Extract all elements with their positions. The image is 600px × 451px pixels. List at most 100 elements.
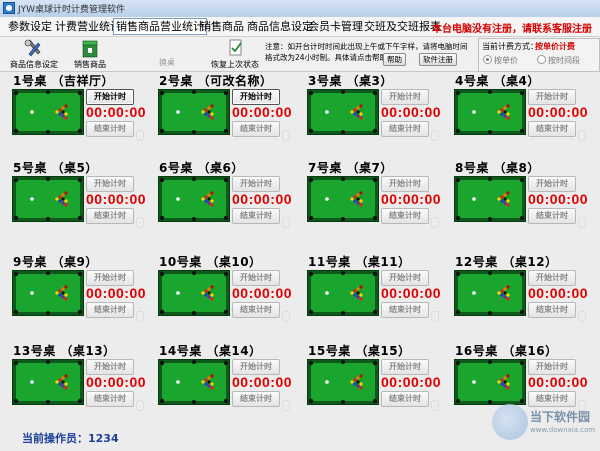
help-button[interactable]: 帮助 — [383, 53, 406, 66]
end-timer-button[interactable]: 结束计时 — [381, 302, 429, 318]
start-timer-button[interactable]: 开始计时 — [381, 176, 429, 192]
watermark-logo-icon — [492, 404, 528, 440]
table-name: 8号桌 （桌8） — [455, 161, 540, 175]
pool-table-icon[interactable] — [454, 176, 526, 222]
status-indicator — [578, 217, 586, 228]
pool-table-icon[interactable] — [307, 359, 379, 405]
table-name: 9号桌 （桌9） — [13, 255, 98, 269]
start-timer-button[interactable]: 开始计时 — [232, 359, 280, 375]
start-timer-button[interactable]: 开始计时 — [86, 270, 134, 286]
table-card: 5号桌 （桌5） 开始计时 00:00:00 结束计时 — [12, 159, 152, 241]
product-settings-tool[interactable]: 商品信息设定 — [10, 39, 58, 70]
pool-table-icon[interactable] — [12, 89, 84, 135]
start-timer-button[interactable]: 开始计时 — [528, 176, 576, 192]
menu-bar: 参数设定 计费营业统计 销售商品营业统计 销售商品 商品信息设定 会员卡管理 交… — [0, 17, 600, 37]
pool-table-icon[interactable] — [158, 89, 230, 135]
pool-table-icon[interactable] — [12, 176, 84, 222]
start-timer-button[interactable]: 开始计时 — [381, 89, 429, 105]
table-name: 16号桌 （桌16） — [455, 344, 558, 358]
end-timer-button[interactable]: 结束计时 — [232, 121, 280, 137]
end-timer-button[interactable]: 结束计时 — [86, 121, 134, 137]
start-timer-button[interactable]: 开始计时 — [528, 359, 576, 375]
menu-shift-report[interactable]: 交班及交班报表 — [362, 19, 443, 34]
end-timer-button[interactable]: 结束计时 — [381, 208, 429, 224]
billing-mode-panel: 当前计费方式： 按单价计费 按单价 按时间段 — [478, 38, 600, 72]
table-card: 2号桌 （可改名称） 开始计时 00:00:00 结束计时 — [158, 72, 298, 154]
menu-product-settings[interactable]: 商品信息设定 — [245, 19, 315, 34]
table-card: 15号桌 （桌15） 开始计时 00:00:00 结束计时 — [307, 342, 447, 424]
end-timer-button[interactable]: 结束计时 — [381, 121, 429, 137]
start-timer-button[interactable]: 开始计时 — [86, 359, 134, 375]
end-timer-button[interactable]: 结束计时 — [232, 208, 280, 224]
pool-table-icon[interactable] — [12, 270, 84, 316]
restore-state-label: 恢复上次状态 — [211, 60, 259, 69]
elapsed-time: 00:00:00 — [528, 191, 589, 207]
end-timer-button[interactable]: 结束计时 — [86, 391, 134, 407]
status-indicator — [431, 311, 439, 322]
restore-state-tool[interactable]: 恢复上次状态 — [211, 39, 259, 70]
status-indicator — [431, 400, 439, 411]
elapsed-time: 00:00:00 — [232, 104, 293, 120]
end-timer-button[interactable]: 结束计时 — [232, 391, 280, 407]
end-timer-button[interactable]: 结束计时 — [86, 302, 134, 318]
pool-table-icon[interactable] — [158, 270, 230, 316]
table-card: 3号桌 （桌3） 开始计时 00:00:00 结束计时 — [307, 72, 447, 154]
table-name: 1号桌 （吉祥厅） — [13, 74, 115, 88]
menu-param-settings[interactable]: 参数设定 — [6, 19, 54, 34]
table-name: 15号桌 （桌15） — [308, 344, 411, 358]
pool-table-icon[interactable] — [307, 89, 379, 135]
end-timer-button[interactable]: 结束计时 — [381, 391, 429, 407]
elapsed-time: 00:00:00 — [528, 104, 589, 120]
pool-table-icon[interactable] — [454, 89, 526, 135]
elapsed-time: 00:00:00 — [86, 104, 147, 120]
start-timer-button[interactable]: 开始计时 — [381, 270, 429, 286]
menu-sell-product[interactable]: 销售商品 — [198, 19, 246, 34]
billing-mode-value: 按单价计费 — [535, 42, 575, 51]
status-indicator — [282, 400, 290, 411]
elapsed-time: 00:00:00 — [381, 104, 442, 120]
pool-table-icon[interactable] — [12, 359, 84, 405]
table-card: 13号桌 （桌13） 开始计时 00:00:00 结束计时 — [12, 342, 152, 424]
elapsed-time: 00:00:00 — [232, 374, 293, 390]
end-timer-button[interactable]: 结束计时 — [232, 302, 280, 318]
status-indicator — [431, 217, 439, 228]
table-name: 4号桌 （桌4） — [455, 74, 540, 88]
start-timer-button[interactable]: 开始计时 — [86, 89, 134, 105]
elapsed-time: 00:00:00 — [86, 374, 147, 390]
table-card: 4号桌 （桌4） 开始计时 00:00:00 结束计时 — [454, 72, 594, 154]
end-timer-button[interactable]: 结束计时 — [528, 121, 576, 137]
radio-time-period[interactable]: 按时间段 — [537, 55, 580, 66]
table-card: 11号桌 （桌11） 开始计时 00:00:00 结束计时 — [307, 253, 447, 335]
menu-sales-stats[interactable]: 销售商品营业统计 — [113, 18, 207, 35]
menu-member-card[interactable]: 会员卡管理 — [306, 19, 365, 34]
end-timer-button[interactable]: 结束计时 — [528, 302, 576, 318]
pool-table-icon[interactable] — [158, 359, 230, 405]
pool-table-icon[interactable] — [307, 270, 379, 316]
register-button[interactable]: 软件注册 — [419, 53, 457, 66]
start-timer-button[interactable]: 开始计时 — [86, 176, 134, 192]
start-timer-button[interactable]: 开始计时 — [232, 89, 280, 105]
start-timer-button[interactable]: 开始计时 — [232, 176, 280, 192]
start-timer-button[interactable]: 开始计时 — [381, 359, 429, 375]
table-card: 6号桌 （桌6） 开始计时 00:00:00 结束计时 — [158, 159, 298, 241]
elapsed-time: 00:00:00 — [232, 191, 293, 207]
pool-table-icon[interactable] — [158, 176, 230, 222]
switch-table-tool[interactable]: 换桌 — [159, 57, 175, 68]
start-timer-button[interactable]: 开始计时 — [528, 89, 576, 105]
pool-table-icon[interactable] — [454, 270, 526, 316]
start-timer-button[interactable]: 开始计时 — [528, 270, 576, 286]
pool-table-icon[interactable] — [307, 176, 379, 222]
radio-unit-price-label: 按单价 — [494, 56, 518, 65]
sell-product-tool[interactable]: 销售商品 — [74, 39, 106, 70]
table-card: 10号桌 （桌10） 开始计时 00:00:00 结束计时 — [158, 253, 298, 335]
radio-unit-price[interactable]: 按单价 — [483, 55, 518, 66]
status-indicator — [136, 217, 144, 228]
end-timer-button[interactable]: 结束计时 — [86, 208, 134, 224]
current-operator: 当前操作员：1234 — [22, 432, 119, 445]
table-grid: 1号桌 （吉祥厅） 开始计时 00:00:00 结束计时 2号桌 （可改名称） 开始计时 0… — [0, 72, 600, 428]
start-timer-button[interactable]: 开始计时 — [232, 270, 280, 286]
end-timer-button[interactable]: 结束计时 — [528, 208, 576, 224]
window-title: JYW桌球计时计费管理软件 — [18, 5, 126, 15]
unregistered-warning: 本台电脑没有注册，请联系客服注册 — [432, 24, 592, 35]
table-name: 2号桌 （可改名称） — [159, 74, 273, 88]
